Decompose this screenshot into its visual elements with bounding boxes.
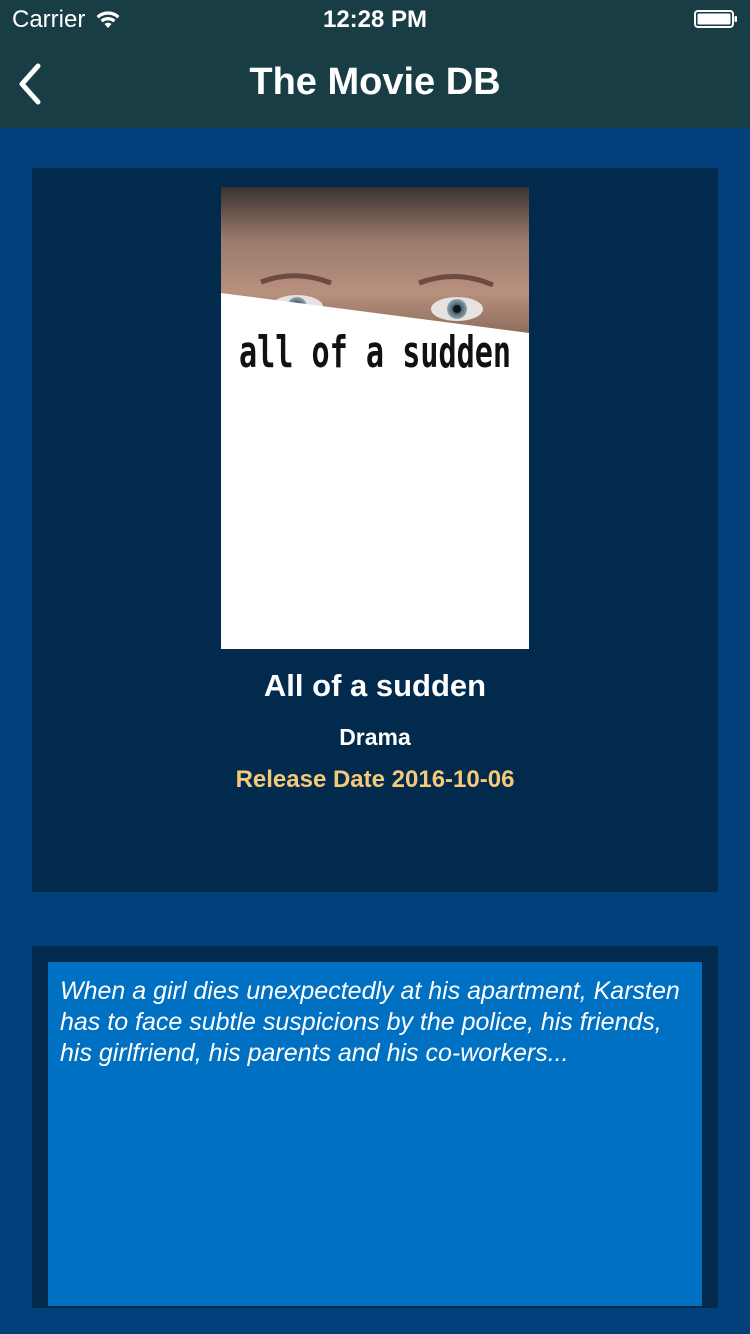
poster-artwork: all of a sudden xyxy=(221,187,529,649)
poster-title-text: all of a sudden xyxy=(239,327,511,378)
navigation-bar: The Movie DB xyxy=(0,40,750,128)
battery-icon xyxy=(694,10,737,28)
overview-text[interactable]: When a girl dies unexpectedly at his apa… xyxy=(48,962,702,1306)
movie-title: All of a sudden xyxy=(263,668,487,703)
overview-frame: When a girl dies unexpectedly at his apa… xyxy=(32,946,718,1308)
movie-poster[interactable]: all of a sudden xyxy=(221,187,529,649)
movie-details-card: all of a sudden All of a sudden Drama Re… xyxy=(32,168,718,892)
status-time: 12:28 PM xyxy=(322,6,428,33)
release-date: Release Date 2016-10-06 xyxy=(235,766,515,793)
movie-genre: Drama xyxy=(339,724,411,750)
status-bar: Carrier 12:28 PM xyxy=(0,0,750,40)
poster-title-art: all of a sudden xyxy=(239,327,511,378)
top-bar: Carrier 12:28 PM The Movie DB xyxy=(0,0,750,128)
nav-title: The Movie DB xyxy=(249,61,501,103)
